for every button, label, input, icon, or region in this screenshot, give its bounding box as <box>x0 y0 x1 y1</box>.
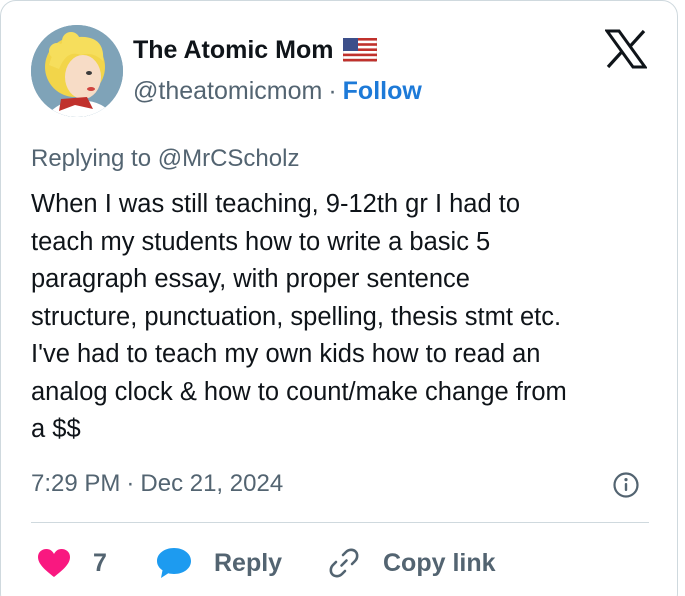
reply-label: Reply <box>214 548 283 577</box>
link-icon <box>329 548 359 578</box>
divider <box>31 522 649 523</box>
tweet-time: 7:29 PM <box>31 470 121 497</box>
us-flag-icon <box>343 38 378 62</box>
heart-icon <box>38 549 70 577</box>
tweet-actions: 7 Reply Copy link <box>1 539 685 587</box>
tweet-date: Dec 21, 2024 <box>140 470 284 497</box>
author-handle-row: @theatomicmom · Follow <box>133 74 422 108</box>
like-count: 7 <box>93 548 107 577</box>
tweet-card: The Atomic Mom @theatomicmom · Follow Repl… <box>0 0 678 596</box>
copy-link-label: Copy link <box>383 548 496 577</box>
meta-separator: · <box>126 470 135 497</box>
handle-separator: · <box>328 77 337 105</box>
author-display-name[interactable]: The Atomic Mom <box>133 33 333 67</box>
copy-link-button[interactable]: Copy link <box>327 539 496 587</box>
author-name-row: The Atomic Mom <box>133 33 378 67</box>
info-icon[interactable] <box>612 471 640 499</box>
author-avatar[interactable] <box>31 25 123 117</box>
follow-button[interactable]: Follow <box>343 77 422 105</box>
speech-bubble-icon <box>157 548 191 578</box>
x-logo-icon[interactable] <box>605 29 647 69</box>
tweet-timestamp[interactable]: 7:29 PM · Dec 21, 2024 <box>31 467 283 501</box>
avatar-icon <box>31 25 123 117</box>
reply-button[interactable]: Reply <box>156 539 282 587</box>
author-handle[interactable]: @theatomicmom <box>133 77 322 105</box>
like-button[interactable]: 7 <box>37 539 107 587</box>
tweet-text: When I was still teaching, 9-12th gr I h… <box>31 190 567 443</box>
reply-context[interactable]: Replying to @MrCScholz <box>31 143 299 175</box>
